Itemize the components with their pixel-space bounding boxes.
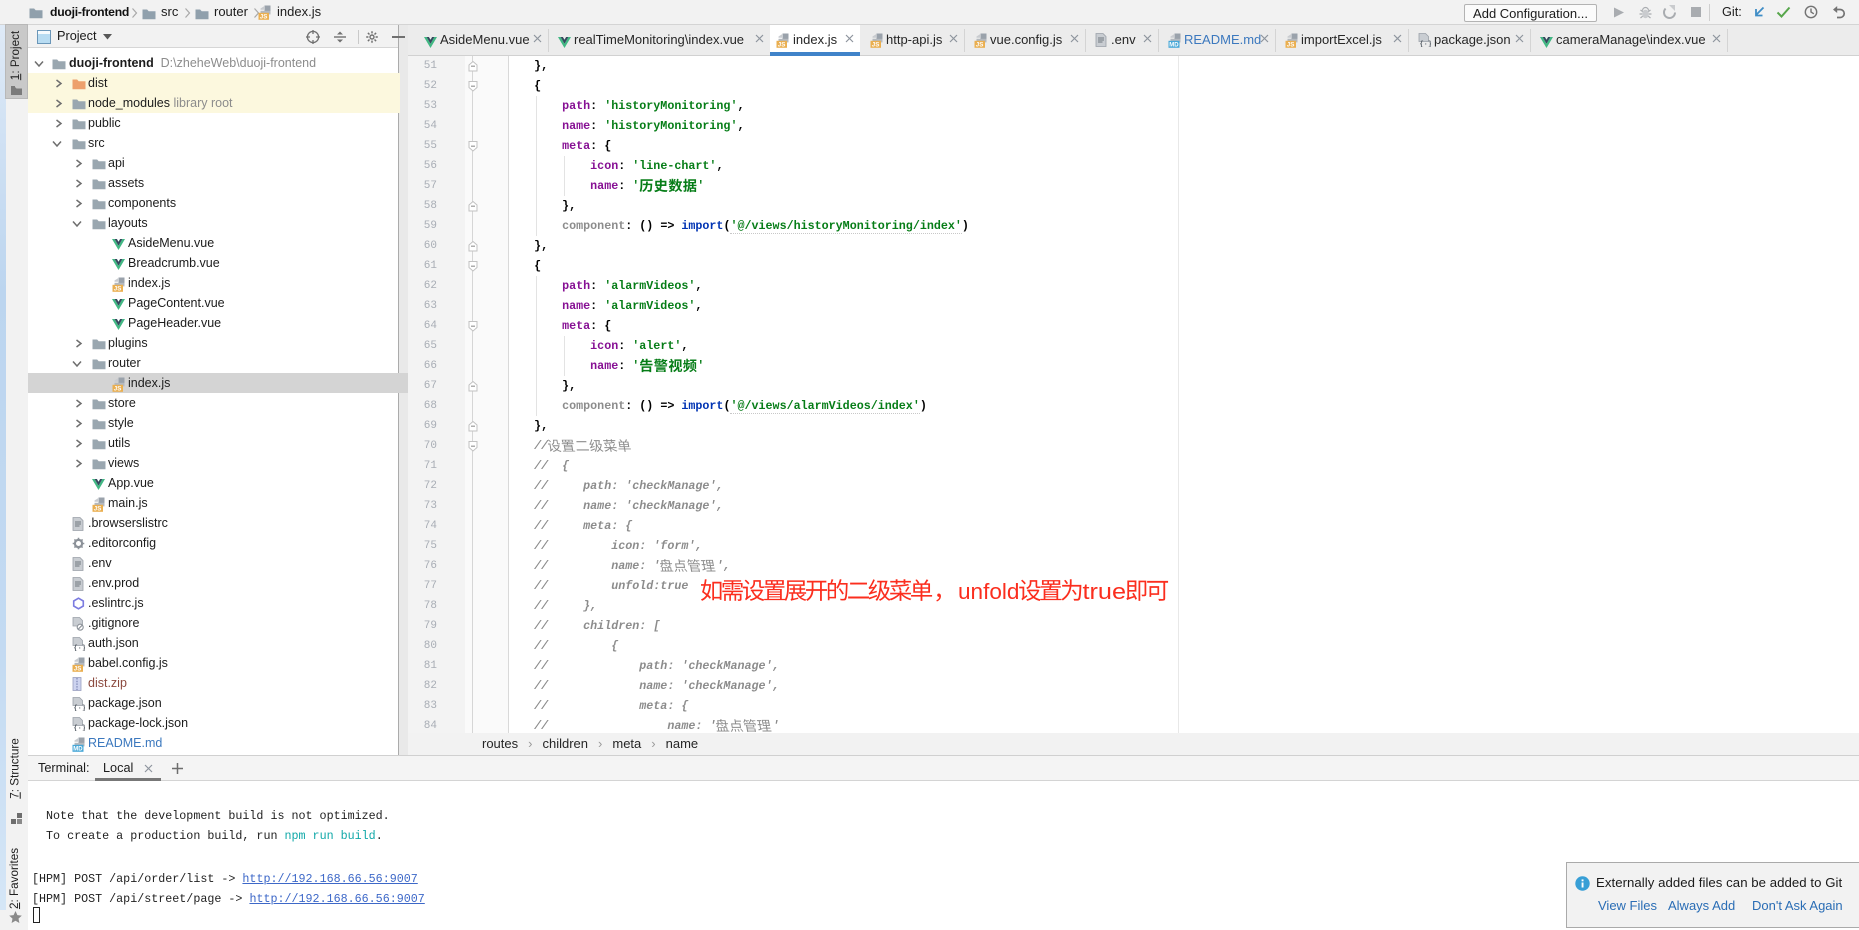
svg-text:{·}: {·} [73, 645, 85, 651]
svg-text:MD: MD [1169, 43, 1179, 48]
svg-text:JS: JS [872, 42, 880, 48]
svg-text:JS: JS [1287, 42, 1295, 48]
svg-text:true: true [1083, 579, 1127, 604]
svg-text:{·}: {·} [73, 705, 85, 711]
svg-text:JS: JS [778, 42, 786, 48]
svg-text:unfold: unfold [958, 579, 1020, 604]
svg-text:MD: MD [73, 747, 83, 752]
svg-text:JS: JS [114, 286, 122, 292]
svg-text:JS: JS [260, 14, 268, 20]
svg-text:JS: JS [976, 42, 984, 48]
svg-text:{·}: {·} [1419, 41, 1431, 47]
svg-text:JS: JS [114, 386, 122, 392]
svg-text:{·}: {·} [73, 725, 85, 731]
svg-text:JS: JS [74, 666, 82, 672]
svg-text:JS: JS [94, 506, 102, 512]
